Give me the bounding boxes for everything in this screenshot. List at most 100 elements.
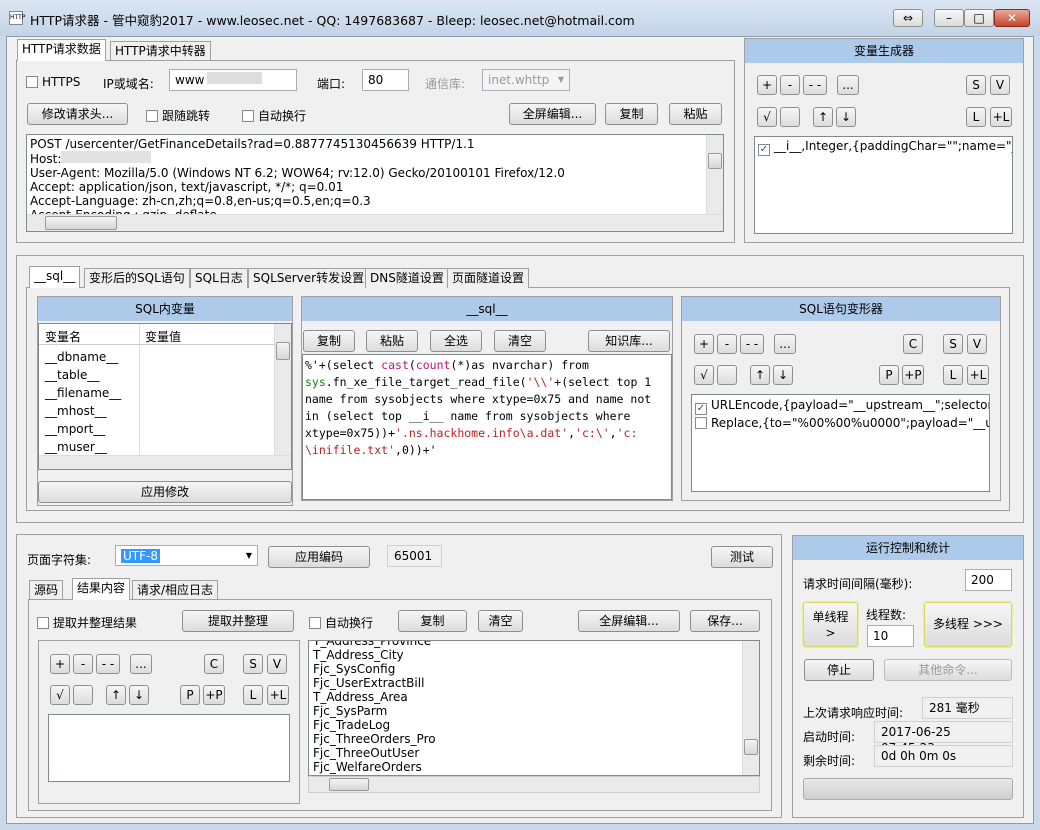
tab-sql-log[interactable]: SQL日志 <box>190 268 248 288</box>
table-row[interactable]: __dbname__ <box>45 348 121 366</box>
other-commands-button[interactable]: 其他命令... <box>884 659 1012 681</box>
tab-result-content[interactable]: 结果内容 <box>72 578 131 600</box>
auto-wrap-box[interactable] <box>309 617 321 629</box>
p-button[interactable]: P <box>180 685 200 705</box>
test-button[interactable]: 测试 <box>711 546 773 568</box>
uncheck-button[interactable] <box>717 365 737 385</box>
modify-headers-button[interactable]: 修改请求头... <box>27 103 128 125</box>
result-transformer-list[interactable] <box>48 714 290 782</box>
follow-redirect-box[interactable] <box>146 110 158 122</box>
sql-clear-button[interactable]: 清空 <box>494 330 546 352</box>
save-button[interactable]: 保存... <box>690 610 760 632</box>
move-up-button[interactable]: ↑ <box>813 107 833 127</box>
tab-sqlserver-forward[interactable]: SQLServer转发设置 <box>248 268 370 288</box>
remove-all-button[interactable]: - - <box>803 75 827 95</box>
sql-paste-button[interactable]: 粘贴 <box>366 330 418 352</box>
col-header-name[interactable]: 变量名 <box>45 328 81 345</box>
tab-dns-tunnel[interactable]: DNS隧道设置 <box>365 268 449 288</box>
var-generator-list[interactable]: ✓ __i__,Integer,{paddingChar="";name="__i <box>754 136 1013 234</box>
table-row[interactable]: __mhost__ <box>45 402 121 420</box>
check-all-button[interactable]: √ <box>50 685 70 705</box>
add-button[interactable]: + <box>757 75 777 95</box>
l-button[interactable]: L <box>243 685 263 705</box>
request-body-textarea[interactable]: POST /usercenter/GetFinanceDetails?rad=0… <box>26 134 724 232</box>
table-row[interactable]: __table__ <box>45 366 121 384</box>
vertical-scrollbar[interactable] <box>274 324 291 455</box>
follow-redirect-checkbox[interactable]: 跟随跳转 <box>146 107 210 124</box>
list-item[interactable]: ✓ __i__,Integer,{paddingChar="";name="__i <box>758 139 1012 156</box>
auto-wrap-checkbox[interactable]: 自动换行 <box>242 107 306 124</box>
check-all-button[interactable]: √ <box>757 107 777 127</box>
v-button[interactable]: V <box>967 334 987 354</box>
lib-select[interactable]: inet.whttp ▼ <box>482 69 570 91</box>
remove-button[interactable]: - <box>780 75 800 95</box>
response-fullscreen-button[interactable]: 全屏编辑... <box>578 610 680 632</box>
tab-http-relay[interactable]: HTTP请求中转器 <box>110 41 211 61</box>
plus-l-button[interactable]: +L <box>267 685 289 705</box>
add-button[interactable]: + <box>50 654 70 674</box>
restore-alt-button[interactable]: ⇔ <box>893 9 923 27</box>
item-checkbox[interactable] <box>695 417 707 429</box>
move-up-button[interactable]: ↑ <box>750 365 770 385</box>
close-button[interactable]: ✕ <box>994 9 1030 27</box>
col-header-value[interactable]: 变量值 <box>145 328 181 345</box>
remove-button[interactable]: - <box>717 334 737 354</box>
table-row[interactable]: __muser__ <box>45 438 121 456</box>
l-button[interactable]: L <box>943 365 963 385</box>
l-button[interactable]: L <box>966 107 986 127</box>
check-all-button[interactable]: √ <box>694 365 714 385</box>
scroll-thumb[interactable] <box>708 153 722 169</box>
more-button[interactable]: ... <box>837 75 859 95</box>
https-check-box[interactable] <box>26 76 38 88</box>
sql-select-all-button[interactable]: 全选 <box>430 330 482 352</box>
extract-checkbox[interactable]: 提取并整理结果 <box>37 614 137 631</box>
sql-editor-textarea[interactable]: %'+(select cast(count(*)as nvarchar) fro… <box>302 354 672 500</box>
apply-changes-button[interactable]: 应用修改 <box>38 481 292 503</box>
more-button[interactable]: ... <box>774 334 796 354</box>
port-input[interactable]: 80 <box>362 69 409 91</box>
horizontal-scrollbar[interactable] <box>39 455 291 469</box>
table-row[interactable]: __mport__ <box>45 420 121 438</box>
copy-button[interactable]: 复制 <box>605 103 658 125</box>
s-button[interactable]: S <box>943 334 963 354</box>
tab-transformed-sql[interactable]: 变形后的SQL语句 <box>84 268 190 288</box>
sql-copy-button[interactable]: 复制 <box>303 330 355 352</box>
list-item[interactable]: Replace,{to="%00%00%u0000";payload="__up… <box>695 415 989 431</box>
plus-p-button[interactable]: +P <box>902 365 924 385</box>
tab-sql[interactable]: __sql__ <box>29 266 81 288</box>
extract-button[interactable]: 提取并整理 <box>182 610 294 632</box>
remove-button[interactable]: - <box>73 654 93 674</box>
charset-select[interactable]: UTF-8 ▼ <box>115 545 258 566</box>
move-up-button[interactable]: ↑ <box>106 685 126 705</box>
uncheck-button[interactable] <box>73 685 93 705</box>
host-input[interactable]: www <box>169 69 297 91</box>
remove-all-button[interactable]: - - <box>740 334 764 354</box>
p-button[interactable]: P <box>879 365 899 385</box>
threads-input[interactable]: 10 <box>867 625 914 647</box>
scroll-thumb[interactable] <box>276 342 290 360</box>
item-checkbox[interactable]: ✓ <box>695 403 707 415</box>
plus-l-button[interactable]: +L <box>967 365 989 385</box>
c-button[interactable]: C <box>204 654 224 674</box>
https-checkbox[interactable]: HTTPS <box>26 75 80 89</box>
minimize-button[interactable]: – <box>934 9 964 27</box>
move-down-button[interactable]: ↓ <box>836 107 856 127</box>
move-down-button[interactable]: ↓ <box>129 685 149 705</box>
s-button[interactable]: S <box>966 75 986 95</box>
more-button[interactable]: ... <box>130 654 152 674</box>
horizontal-scrollbar[interactable] <box>308 776 760 793</box>
move-down-button[interactable]: ↓ <box>773 365 793 385</box>
item-checkbox[interactable]: ✓ <box>758 144 770 156</box>
knowledge-base-button[interactable]: 知识库... <box>588 330 670 352</box>
c-button[interactable]: C <box>903 334 923 354</box>
extract-check-box[interactable] <box>37 617 49 629</box>
result-content-textarea[interactable]: T_Address_Province T_Address_City Fjc_Sy… <box>308 640 760 776</box>
response-clear-button[interactable]: 清空 <box>478 610 523 632</box>
auto-wrap-checkbox[interactable]: 自动换行 <box>309 614 373 631</box>
multi-thread-button[interactable]: 多线程 >>> <box>924 602 1012 647</box>
add-button[interactable]: + <box>694 334 714 354</box>
tab-source[interactable]: 源码 <box>29 580 64 600</box>
tab-request-log[interactable]: 请求/相应日志 <box>132 580 219 600</box>
paste-button[interactable]: 粘贴 <box>669 103 722 125</box>
apply-encoding-button[interactable]: 应用编码 <box>268 546 370 568</box>
